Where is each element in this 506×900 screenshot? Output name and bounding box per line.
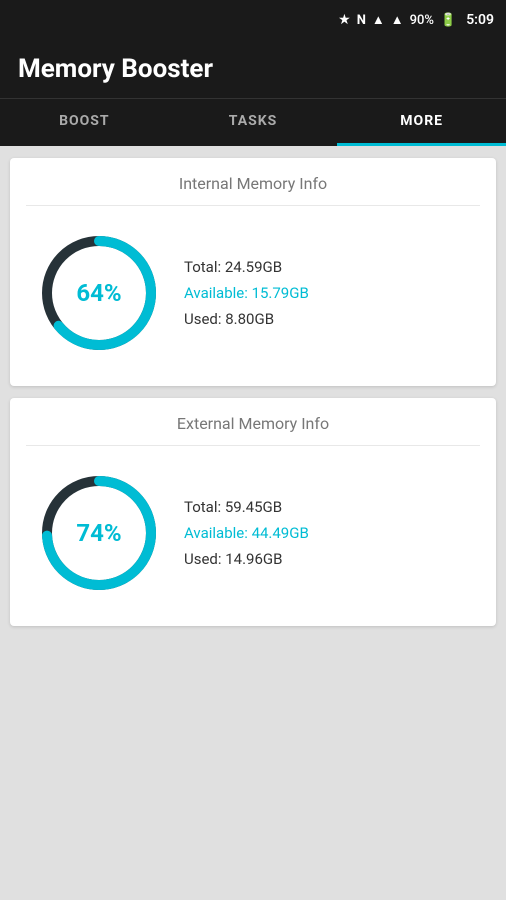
external-ring-chart: 74% [34,468,164,598]
network-icon: N [357,13,366,28]
main-content: Internal Memory Info 64% Total: 24.59GB … [0,146,506,638]
internal-total: Total: 24.59GB [184,258,309,276]
signal-icon: ▲ [391,12,404,28]
wifi-icon: ▲ [372,12,385,28]
tab-tasks[interactable]: TASKS [169,99,338,146]
internal-ring-chart: 64% [34,228,164,358]
internal-percent: 64% [76,279,121,307]
internal-available: Available: 15.79GB [184,284,309,302]
time: 5:09 [466,12,494,28]
tab-more[interactable]: MORE [337,99,506,146]
tab-boost[interactable]: BOOST [0,99,169,146]
battery-icon: 🔋 [440,13,456,28]
external-card-body: 74% Total: 59.45GB Available: 44.49GB Us… [26,460,480,606]
internal-card-title: Internal Memory Info [26,174,480,206]
external-total: Total: 59.45GB [184,498,309,516]
external-percent: 74% [76,519,121,547]
external-used: Used: 14.96GB [184,550,309,568]
status-bar: ★ N ▲ ▲ 90% 🔋 5:09 [0,0,506,40]
status-icons: ★ N ▲ ▲ 90% 🔋 5:09 [338,12,494,28]
app-title: Memory Booster [18,54,488,84]
internal-card-body: 64% Total: 24.59GB Available: 15.79GB Us… [26,220,480,366]
internal-used: Used: 8.80GB [184,310,309,328]
bluetooth-icon: ★ [338,12,351,28]
app-header: Memory Booster [0,40,506,98]
internal-memory-info: Total: 24.59GB Available: 15.79GB Used: … [184,258,309,328]
external-card-title: External Memory Info [26,414,480,446]
external-available: Available: 44.49GB [184,524,309,542]
internal-memory-card: Internal Memory Info 64% Total: 24.59GB … [10,158,496,386]
external-memory-info: Total: 59.45GB Available: 44.49GB Used: … [184,498,309,568]
tab-bar: BOOST TASKS MORE [0,98,506,146]
external-memory-card: External Memory Info 74% Total: 59.45GB … [10,398,496,626]
battery-percent: 90% [410,13,434,28]
